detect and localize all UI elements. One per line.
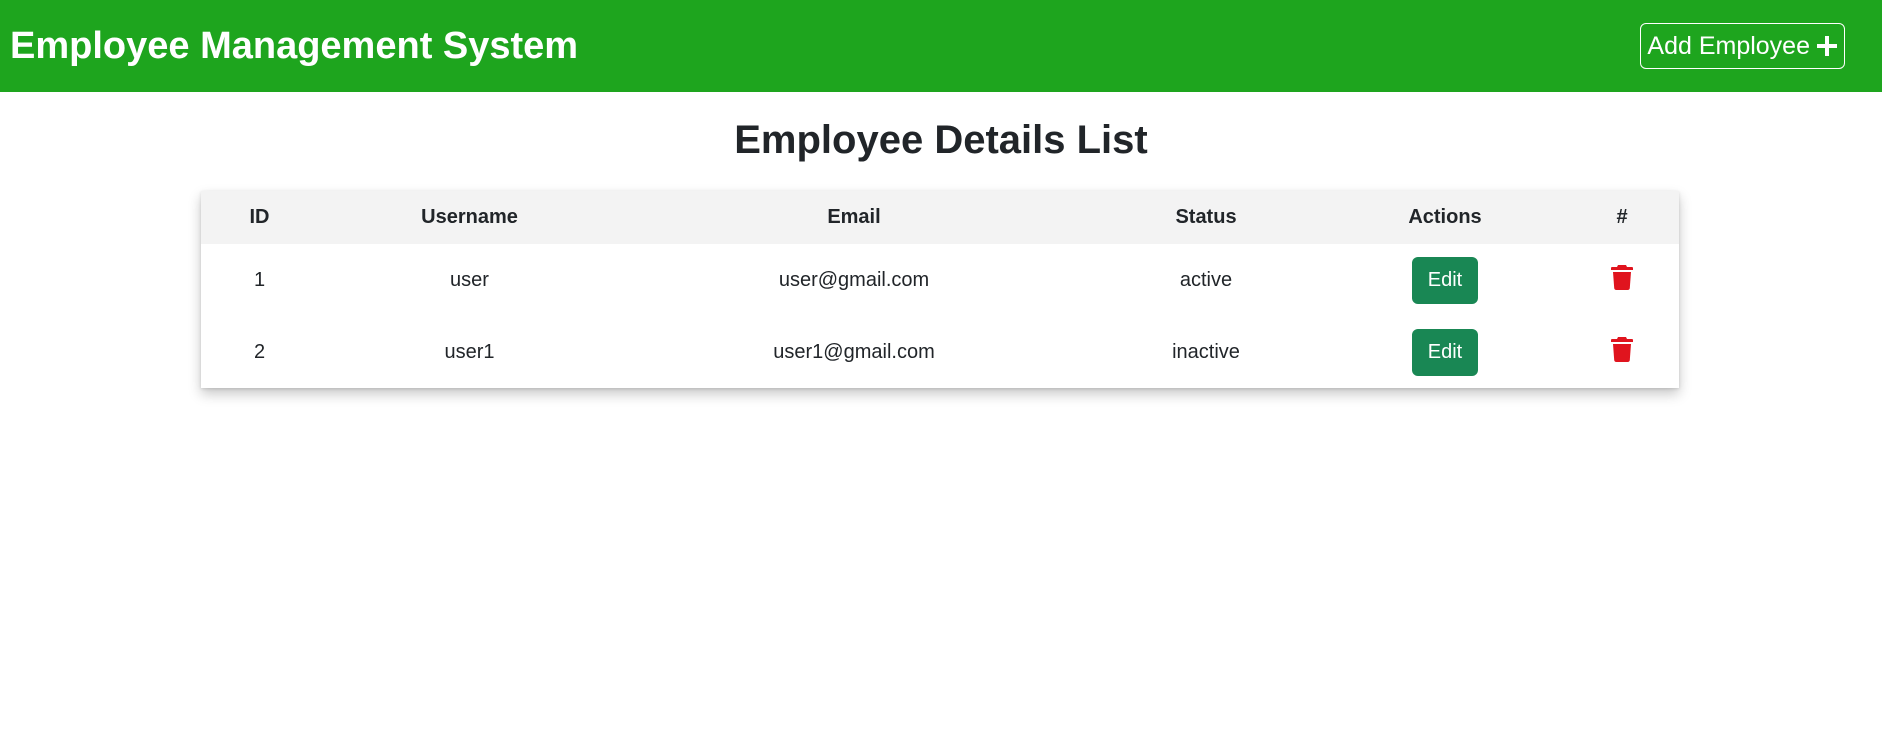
edit-button[interactable]: Edit xyxy=(1412,256,1478,304)
employee-table: ID Username Email Status Actions # 1 use… xyxy=(201,191,1679,388)
cell-username: user1 xyxy=(444,340,495,363)
plus-icon xyxy=(1817,36,1837,56)
cell-delete xyxy=(1565,244,1679,316)
header-delete: # xyxy=(1616,206,1628,228)
table-row: 1 user user@gmail.com active Edit xyxy=(201,244,1679,316)
trash-icon[interactable] xyxy=(1611,264,1633,296)
cell-actions: Edit xyxy=(1325,316,1565,388)
add-employee-button[interactable]: Add Employee xyxy=(1640,23,1845,69)
top-navbar: Employee Management System Add Employee xyxy=(0,0,1882,92)
cell-id: 2 xyxy=(253,340,266,363)
header-email: Email xyxy=(827,206,881,228)
page-title: Employee Details List xyxy=(734,118,1148,162)
table-header: ID Username Email Status Actions # xyxy=(201,191,1679,244)
cell-id: 1 xyxy=(253,268,266,291)
header-status: Status xyxy=(1175,206,1237,228)
cell-username: user xyxy=(450,268,489,291)
cell-email: user@gmail.com xyxy=(778,268,930,291)
table-body: 1 user user@gmail.com active Edit 2 user… xyxy=(201,244,1679,388)
cell-status: active xyxy=(1179,268,1233,291)
app-brand-title[interactable]: Employee Management System xyxy=(10,25,578,68)
table-row: 2 user1 user1@gmail.com inactive Edit xyxy=(201,316,1679,388)
cell-email: user1@gmail.com xyxy=(773,340,935,363)
cell-status: inactive xyxy=(1172,340,1240,363)
add-employee-label: Add Employee xyxy=(1647,31,1810,60)
cell-actions: Edit xyxy=(1325,244,1565,316)
employee-table-card: ID Username Email Status Actions # 1 use… xyxy=(201,191,1679,388)
header-actions: Actions xyxy=(1408,206,1482,228)
header-id: ID xyxy=(249,206,270,228)
edit-button[interactable]: Edit xyxy=(1412,328,1478,376)
header-username: Username xyxy=(421,206,518,228)
cell-delete xyxy=(1565,316,1679,388)
table-header-row: ID Username Email Status Actions # xyxy=(201,191,1679,244)
trash-icon[interactable] xyxy=(1611,336,1633,368)
